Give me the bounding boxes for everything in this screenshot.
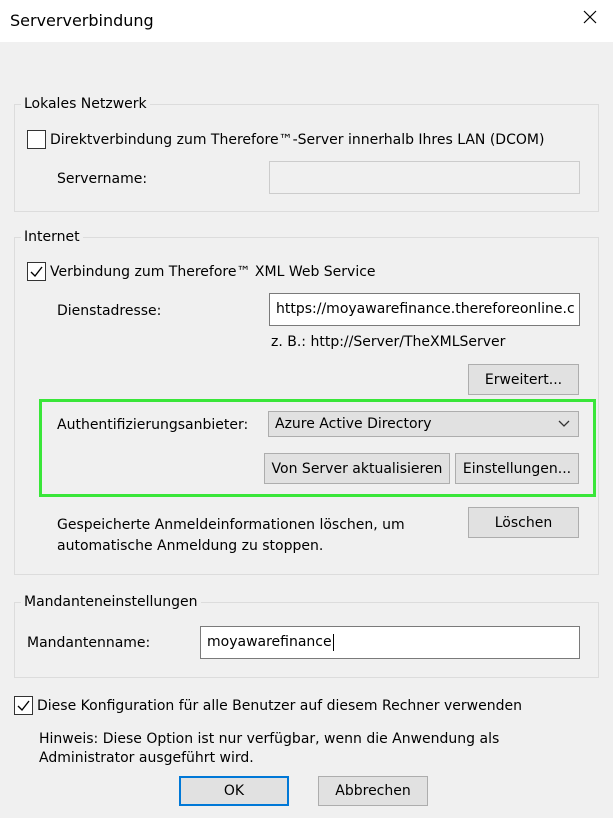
- tenant-name-input[interactable]: moyawarefinance: [200, 626, 580, 659]
- service-address-label: Dienstadresse:: [57, 303, 162, 319]
- clear-credentials-text-line2: automatische Anmeldung zu stoppen.: [57, 538, 324, 554]
- service-address-input[interactable]: https://moyawarefinance.thereforeonline.…: [269, 293, 580, 326]
- all-users-hint-line1: Hinweis: Diese Option ist nur verfügbar,…: [39, 731, 500, 747]
- advanced-button[interactable]: Erweitert...: [468, 364, 579, 395]
- local-network-group: Lokales Netzwerk: [14, 95, 599, 212]
- text-cursor: [332, 633, 334, 651]
- checkmark-icon: [30, 266, 43, 278]
- all-users-label: Diese Konfiguration für alle Benutzer au…: [37, 698, 522, 714]
- server-connection-dialog: Serververbindung Lokales Netzwerk Direkt…: [0, 0, 613, 818]
- window-title: Serververbindung: [10, 11, 154, 30]
- close-icon: [583, 10, 597, 24]
- auth-provider-selected: Azure Active Directory: [275, 416, 432, 432]
- ok-button[interactable]: OK: [179, 776, 289, 806]
- servername-label: Servername:: [57, 171, 148, 187]
- all-users-checkbox[interactable]: [14, 696, 33, 715]
- tenant-name-value: moyawarefinance: [207, 634, 332, 650]
- servername-input[interactable]: [269, 161, 580, 194]
- direct-connection-checkbox[interactable]: [27, 130, 46, 149]
- all-users-hint-line2: Administrator ausgeführt wird.: [39, 750, 254, 766]
- internet-legend: Internet: [21, 228, 83, 246]
- xml-service-checkbox[interactable]: [27, 262, 46, 281]
- title-bar: Serververbindung: [0, 0, 613, 42]
- checkmark-icon: [17, 700, 30, 712]
- tenant-name-label: Mandantenname:: [27, 635, 151, 651]
- cancel-button[interactable]: Abbrechen: [318, 776, 428, 806]
- direct-connection-label: Direktverbindung zum Therefore™-Server i…: [50, 132, 545, 148]
- delete-credentials-button[interactable]: Löschen: [468, 507, 579, 538]
- refresh-from-server-button[interactable]: Von Server aktualisieren: [264, 453, 450, 484]
- xml-service-label: Verbindung zum Therefore™ XML Web Servic…: [50, 264, 376, 280]
- auth-provider-label: Authentifizierungsanbieter:: [57, 417, 249, 433]
- local-network-legend: Lokales Netzwerk: [21, 95, 150, 113]
- clear-credentials-text-line1: Gespeicherte Anmeldeinformationen lösche…: [57, 517, 405, 533]
- chevron-down-icon: [558, 420, 570, 427]
- settings-button[interactable]: Einstellungen...: [455, 453, 579, 484]
- auth-provider-select[interactable]: Azure Active Directory: [268, 411, 579, 437]
- example-hint: z. B.: http://Server/TheXMLServer: [271, 334, 506, 350]
- tenant-legend: Mandanteneinstellungen: [21, 593, 201, 611]
- close-button[interactable]: [567, 0, 613, 34]
